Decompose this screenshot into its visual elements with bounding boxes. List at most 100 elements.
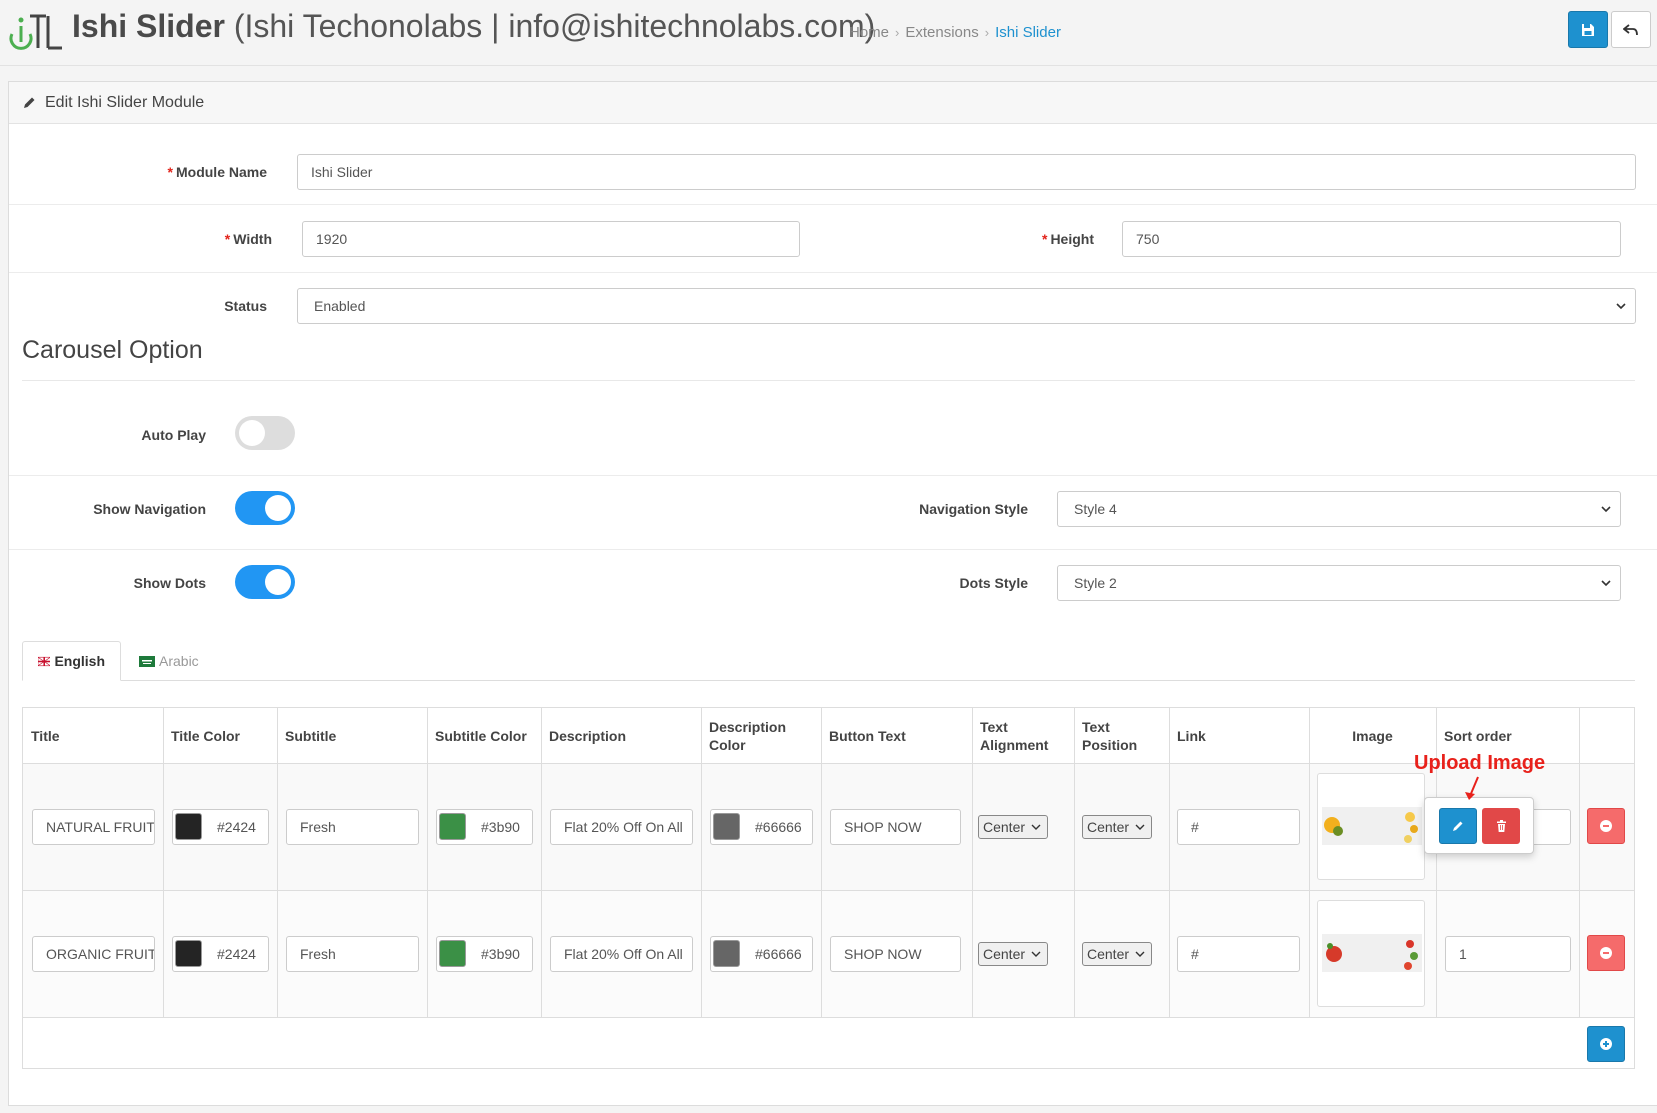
col-title-color: Title Color	[171, 728, 240, 744]
col-text-position: Text Position	[1082, 719, 1138, 753]
auto-play-label: Auto Play	[141, 427, 206, 443]
image-popover	[1424, 797, 1534, 854]
clear-image-button[interactable]	[1482, 808, 1520, 844]
ishi-logo-icon	[9, 14, 62, 50]
row1-link-input[interactable]: #	[1177, 809, 1300, 845]
show-navigation-label: Show Navigation	[93, 501, 206, 517]
col-subtitle-color: Subtitle Color	[435, 728, 527, 744]
row1-text-position-select[interactable]: Center	[1082, 815, 1152, 839]
trash-icon	[1496, 820, 1506, 832]
col-subtitle: Subtitle	[285, 728, 337, 744]
upload-image-annotation: Upload Image	[1414, 752, 1546, 774]
fruit-image	[1326, 940, 1418, 970]
module-name-label: * Module Name	[167, 164, 267, 180]
breadcrumb-ishi-slider[interactable]: Ishi Slider	[995, 24, 1061, 41]
row1-button-text-input[interactable]: SHOP NOW	[830, 809, 961, 845]
row2-sort-order-input[interactable]: 1	[1445, 936, 1571, 972]
minus-circle-icon	[1600, 947, 1612, 959]
dots-style-select[interactable]: Style 2	[1057, 565, 1621, 601]
breadcrumb-home[interactable]: Home	[849, 24, 889, 41]
upload-image-button[interactable]	[1439, 808, 1477, 844]
chevron-down-icon	[1135, 951, 1145, 957]
save-button[interactable]	[1568, 11, 1608, 48]
panel-heading-text: Edit Ishi Slider Module	[45, 93, 205, 111]
chevron-down-icon	[1601, 506, 1611, 513]
row1-title-color-swatch[interactable]	[175, 813, 202, 840]
col-description-color: Description Color	[709, 719, 787, 753]
row2-link-input[interactable]: #	[1177, 936, 1300, 972]
divider	[9, 549, 1657, 550]
row2-remove-button[interactable]	[1587, 935, 1625, 971]
height-input[interactable]: 750	[1122, 221, 1621, 257]
show-dots-label: Show Dots	[133, 575, 206, 591]
chevron-down-icon	[1601, 580, 1611, 587]
row1-remove-button[interactable]	[1587, 808, 1625, 844]
breadcrumb: Home › Extensions › Ishi Slider	[849, 24, 1061, 41]
row2-image-thumbnail[interactable]	[1317, 900, 1425, 1007]
row1-text-alignment-select[interactable]: Center	[978, 815, 1048, 839]
chevron-down-icon	[1135, 824, 1145, 830]
row2-subtitle-input[interactable]: Fresh	[286, 936, 419, 972]
row2-description-color-swatch[interactable]	[713, 940, 740, 967]
page-title: Ishi Slider (Ishi Techonolabs | info@ish…	[72, 8, 876, 44]
chevron-down-icon	[1616, 303, 1626, 310]
chevron-down-icon	[1031, 951, 1041, 957]
col-title: Title	[31, 728, 60, 744]
pencil-icon	[24, 97, 35, 108]
row2-title-input[interactable]: ORGANIC FRUIT	[32, 936, 155, 972]
row2-title-color-swatch[interactable]	[175, 940, 202, 967]
navigation-style-label: Navigation Style	[919, 501, 1028, 517]
row1-subtitle-input[interactable]: Fresh	[286, 809, 419, 845]
carousel-option-heading: Carousel Option	[22, 336, 203, 364]
slide-image	[1322, 934, 1422, 972]
show-navigation-toggle[interactable]	[235, 491, 295, 525]
tabs-baseline	[22, 680, 1635, 681]
navigation-style-select[interactable]: Style 4	[1057, 491, 1621, 527]
width-input[interactable]: 1920	[302, 221, 800, 257]
add-slide-button[interactable]	[1587, 1026, 1625, 1062]
panel-heading: Edit Ishi Slider Module	[9, 82, 1657, 124]
status-select[interactable]: Enabled	[297, 288, 1636, 324]
row1-subtitle-color-swatch[interactable]	[439, 813, 466, 840]
row2-text-alignment-select[interactable]: Center	[978, 942, 1048, 966]
row2-subtitle-color-swatch[interactable]	[439, 940, 466, 967]
module-name-input[interactable]: Ishi Slider	[297, 154, 1636, 190]
row2-button-text-input[interactable]: SHOP NOW	[830, 936, 961, 972]
width-label: * Width	[224, 231, 272, 247]
show-dots-toggle[interactable]	[235, 565, 295, 599]
height-label: * Height	[1041, 231, 1094, 247]
row1-image-thumbnail[interactable]	[1317, 773, 1425, 880]
pencil-icon	[1453, 821, 1463, 831]
tab-english[interactable]: English	[22, 641, 121, 681]
dots-style-value: Style 2	[1074, 575, 1117, 591]
row1-description-color-swatch[interactable]	[713, 813, 740, 840]
divider	[9, 475, 1657, 476]
page-header: Ishi Slider (Ishi Techonolabs | info@ish…	[0, 0, 1657, 66]
status-label: Status	[224, 298, 267, 314]
saudi-flag-icon	[139, 655, 155, 667]
row1-description-input[interactable]: Flat 20% Off On All	[550, 809, 693, 845]
row2-text-position-select[interactable]: Center	[1082, 942, 1152, 966]
back-button[interactable]	[1611, 11, 1651, 48]
annotation-arrow-icon	[1465, 776, 1479, 800]
row2-description-input[interactable]: Flat 20% Off On All	[550, 936, 693, 972]
col-link: Link	[1177, 728, 1206, 744]
slide-image	[1322, 807, 1422, 845]
dots-style-label: Dots Style	[959, 575, 1028, 591]
col-description: Description	[549, 728, 627, 744]
auto-play-toggle[interactable]	[235, 416, 295, 450]
col-text-alignment: Text Alignment	[980, 719, 1049, 753]
row1-title-input[interactable]: NATURAL FRUIT	[32, 809, 155, 845]
chevron-down-icon	[1031, 824, 1041, 830]
navigation-style-value: Style 4	[1074, 501, 1117, 517]
save-icon	[1582, 23, 1594, 36]
slides-table: Title Title Color Subtitle Subtitle Colo…	[22, 707, 1635, 1069]
status-select-value: Enabled	[314, 298, 366, 314]
divider	[9, 272, 1657, 273]
tab-arabic[interactable]: Arabic	[124, 641, 214, 681]
minus-circle-icon	[1600, 820, 1612, 832]
breadcrumb-extensions[interactable]: Extensions	[905, 24, 978, 41]
reply-icon	[1623, 23, 1638, 35]
col-button-text: Button Text	[829, 728, 906, 744]
divider	[9, 204, 1657, 205]
